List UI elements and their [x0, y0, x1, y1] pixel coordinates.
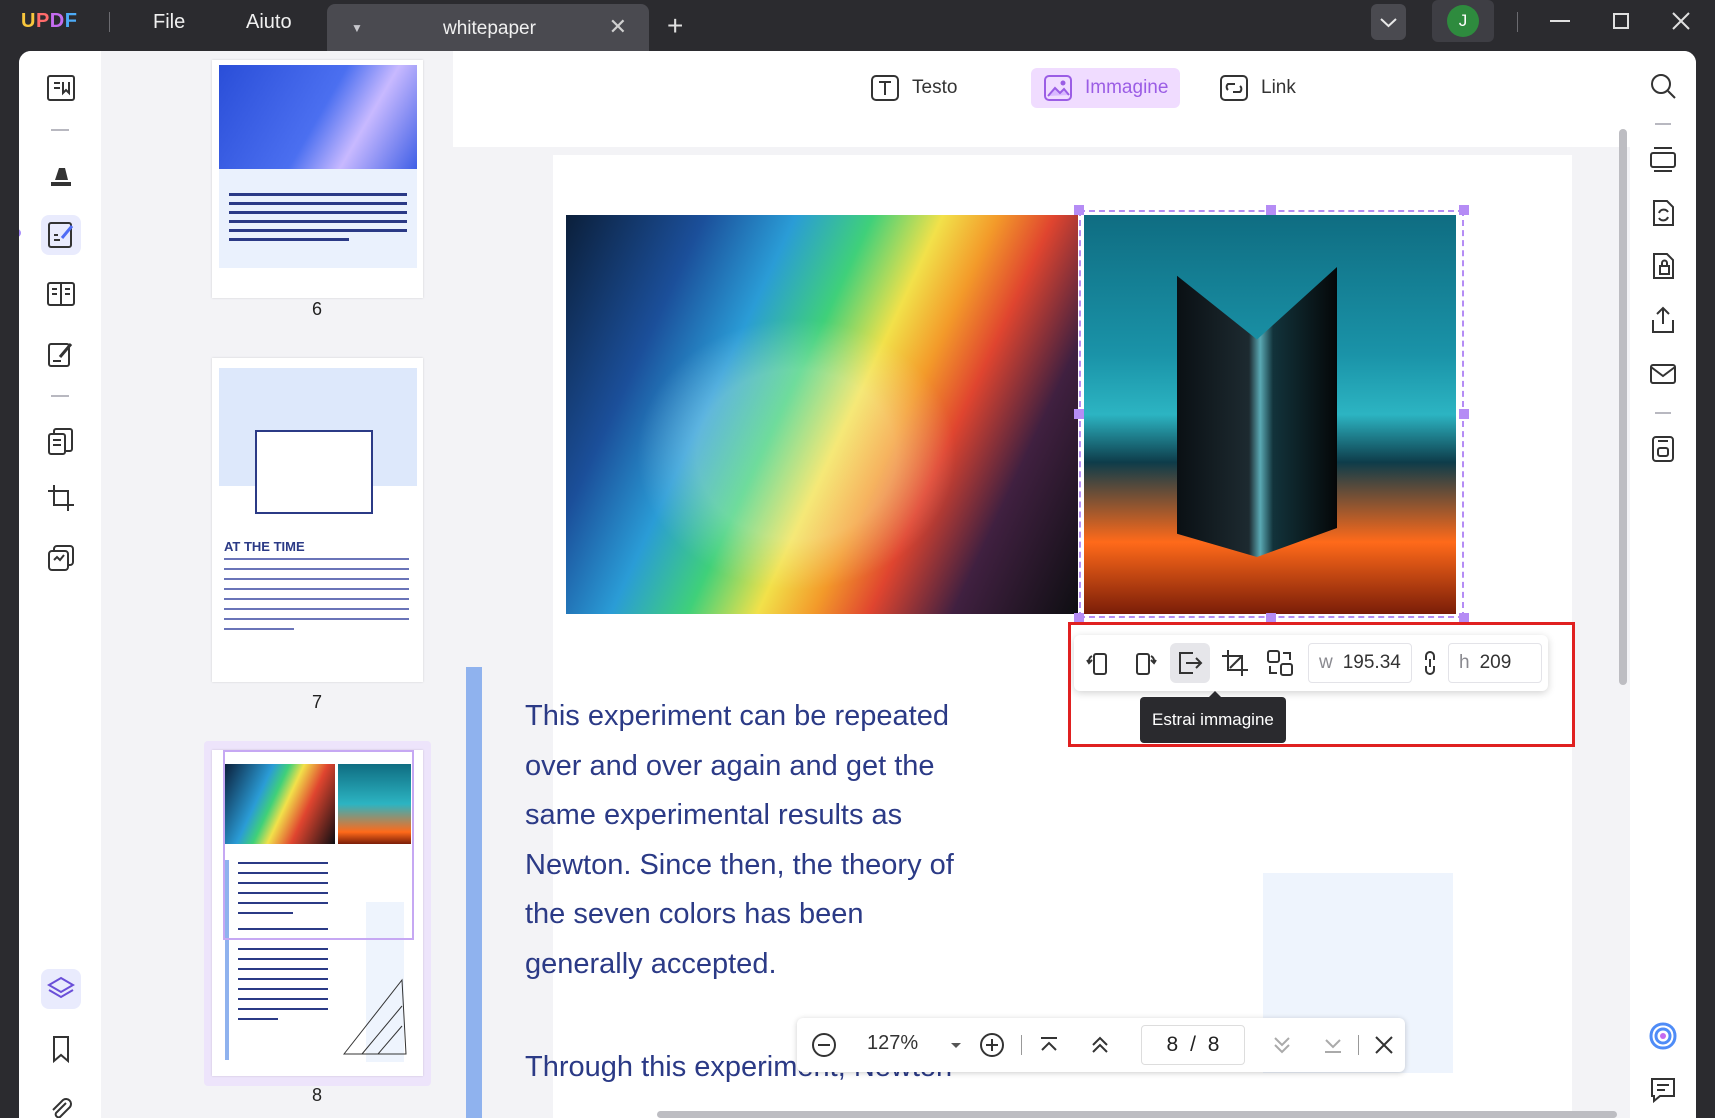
resize-handle-right[interactable] [1459, 409, 1469, 419]
share-icon[interactable] [1648, 305, 1678, 335]
rail-divider [1655, 123, 1671, 125]
add-image-button[interactable]: Immagine [1031, 68, 1181, 108]
page-thumbnail-6[interactable] [212, 60, 423, 298]
account-button[interactable]: J [1432, 0, 1494, 42]
first-page-icon[interactable] [1034, 1030, 1064, 1060]
avatar: J [1447, 5, 1479, 37]
resize-handle-top-right[interactable] [1459, 205, 1469, 215]
edit-pdf-icon[interactable] [41, 215, 81, 255]
page-number-field[interactable]: 8 / 8 [1141, 1025, 1245, 1065]
previous-page-icon[interactable] [1085, 1030, 1115, 1060]
divider [109, 12, 110, 32]
annotation-highlight-box [1068, 622, 1575, 747]
tab-menu-icon[interactable]: ▼ [351, 21, 363, 35]
updf-logo[interactable]: UPDF [21, 10, 77, 33]
rail-divider [1655, 412, 1671, 414]
reader-mode-icon[interactable] [41, 68, 81, 108]
menu-file[interactable]: File [153, 11, 185, 34]
zoom-dropdown-icon[interactable] [941, 1030, 971, 1060]
ai-assistant-icon[interactable] [1648, 1021, 1678, 1051]
edit-toolbar: Testo Immagine Link [453, 51, 1630, 147]
minimize-icon[interactable] [1545, 6, 1575, 36]
page-thumbnail-8[interactable] [212, 750, 423, 1076]
document-area: Testo Immagine Link This experiment can … [453, 51, 1630, 1118]
quote-bar [466, 667, 482, 1118]
page-navigation-bar: 127% 8 / 8 [797, 1018, 1405, 1072]
thumbnail-text-lines [224, 558, 409, 630]
viewport-indicator [223, 750, 414, 940]
page-thumbnail-7[interactable]: AT THE TIME [212, 358, 423, 682]
title-bar: UPDF File Aiuto ▼ whitepaper ✕ + J [0, 0, 1715, 51]
thumbnail-heading: AT THE TIME [224, 539, 305, 554]
crop-pages-icon[interactable] [41, 478, 81, 518]
divider [1517, 12, 1518, 32]
batch-tools-icon[interactable] [41, 538, 81, 578]
close-tab-icon[interactable]: ✕ [609, 14, 627, 40]
image-icon [1044, 75, 1072, 101]
rail-divider [51, 129, 69, 131]
active-indicator [19, 229, 21, 237]
divider [1021, 1035, 1022, 1055]
resize-handle-top-left[interactable] [1074, 205, 1084, 215]
next-page-icon[interactable] [1267, 1030, 1297, 1060]
attachment-icon[interactable] [41, 1089, 81, 1118]
add-text-button[interactable]: Testo [858, 68, 969, 108]
protect-pdf-icon[interactable] [1648, 251, 1678, 281]
menu-help[interactable]: Aiuto [246, 11, 292, 34]
image-selection-box[interactable] [1079, 210, 1464, 618]
resize-handle-top[interactable] [1266, 205, 1276, 215]
add-link-button[interactable]: Link [1207, 68, 1308, 108]
link-icon [1220, 75, 1248, 101]
email-icon[interactable] [1648, 359, 1678, 389]
text-icon [871, 75, 899, 101]
tabs-dropdown-button[interactable] [1371, 4, 1406, 40]
organize-pages-icon[interactable] [41, 421, 81, 461]
last-page-icon[interactable] [1318, 1030, 1348, 1060]
layers-icon[interactable] [41, 969, 81, 1009]
rail-divider [51, 395, 69, 397]
page-layout-icon[interactable] [41, 274, 81, 314]
document-tab[interactable]: ▼ whitepaper ✕ [327, 4, 649, 51]
save-icon[interactable] [1648, 434, 1678, 464]
paragraph-text[interactable]: This experiment can be repeated over and… [525, 692, 965, 989]
divider [1358, 1035, 1359, 1055]
comments-icon[interactable] [1648, 1075, 1678, 1105]
close-window-icon[interactable] [1666, 6, 1696, 36]
search-icon[interactable] [1648, 71, 1678, 101]
convert-pdf-icon[interactable] [1648, 198, 1678, 228]
ocr-icon[interactable] [1648, 144, 1678, 174]
fill-sign-icon[interactable] [41, 334, 81, 374]
right-tool-rail [1630, 51, 1696, 1118]
zoom-level[interactable]: 127% [867, 1032, 918, 1055]
resize-handle-left[interactable] [1074, 409, 1084, 419]
thumbnail-text-block [219, 169, 417, 268]
zoom-out-icon[interactable] [809, 1030, 839, 1060]
new-tab-icon[interactable]: + [667, 10, 683, 42]
close-navigation-icon[interactable] [1369, 1030, 1399, 1060]
comment-highlighter-icon[interactable] [41, 155, 81, 195]
maximize-icon[interactable] [1606, 6, 1636, 36]
tab-title: whitepaper [443, 18, 536, 39]
page-number-label: 6 [312, 299, 323, 319]
page-number-label: 7 [312, 692, 323, 712]
horizontal-scrollbar[interactable] [657, 1111, 1617, 1118]
bookmark-icon[interactable] [41, 1029, 81, 1069]
left-tool-rail [19, 51, 101, 1118]
workspace: 6 AT THE TIME 7 8 Testo Immagine Link Th… [19, 51, 1696, 1118]
vertical-scrollbar[interactable] [1619, 129, 1627, 685]
rainbow-prism-image[interactable] [566, 215, 1078, 614]
zoom-in-icon[interactable] [977, 1030, 1007, 1060]
thumbnail-panel: 6 AT THE TIME 7 8 [101, 51, 453, 1118]
page-number-label: 8 [312, 1085, 323, 1105]
thumbnail-diagram-area [219, 368, 417, 514]
thumbnail-image [219, 65, 417, 169]
